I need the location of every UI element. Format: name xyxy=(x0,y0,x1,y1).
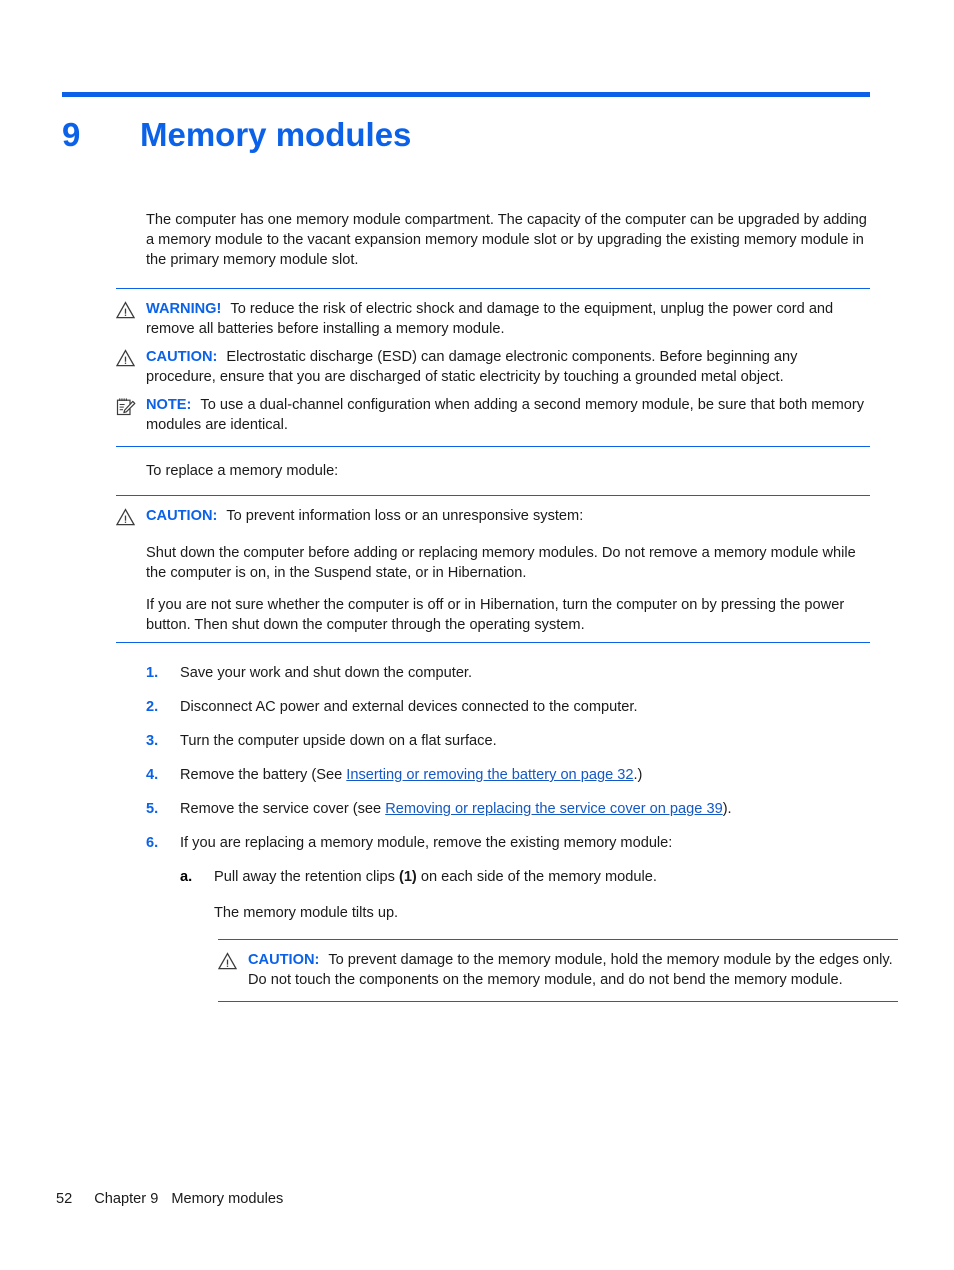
caution-handling-label: CAUTION: xyxy=(248,952,320,968)
step-text: Turn the computer upside down on a flat … xyxy=(180,733,497,749)
caution-esd-label: CAUTION: xyxy=(146,349,218,365)
note-body: NOTE: To use a dual-channel configuration… xyxy=(146,395,870,435)
link-inserting-removing-battery[interactable]: Inserting or removing the battery on pag… xyxy=(346,767,633,783)
substep-letter: a. xyxy=(180,869,193,885)
step-text: If you are replacing a memory module, re… xyxy=(180,835,673,851)
caution-esd-block: CAUTION: Electrostatic discharge (ESD) ca… xyxy=(116,343,870,391)
list-item: 1. Save your work and shut down the comp… xyxy=(146,663,870,683)
substep-text-after: on each side of the memory module. xyxy=(416,869,657,885)
warning-triangle-icon xyxy=(116,347,146,367)
substeps-list: a. Pull away the retention clips (1) on … xyxy=(180,867,870,887)
caution-esd-body: CAUTION: Electrostatic discharge (ESD) ca… xyxy=(146,347,870,387)
step-text: Remove the battery (See Inserting or rem… xyxy=(180,765,870,785)
step-text-before: Remove the service cover (see xyxy=(180,801,386,817)
caution-handling-block: CAUTION: To prevent damage to the memory … xyxy=(218,946,898,994)
link-removing-replacing-service-cover[interactable]: Removing or replacing the service cover … xyxy=(385,801,722,817)
caution-data-loss-text: To prevent information loss or an unresp… xyxy=(226,508,584,524)
warning-body: WARNING! To reduce the risk of electric s… xyxy=(146,299,870,339)
footer-chapter-title: Memory modules xyxy=(171,1191,284,1207)
admonition-group-data-loss: CAUTION: To prevent information loss or a… xyxy=(116,495,870,643)
note-pencil-icon xyxy=(116,395,146,417)
warning-triangle-icon xyxy=(218,950,248,970)
step-number: 1. xyxy=(146,665,159,681)
list-item: 5. Remove the service cover (see Removin… xyxy=(146,799,870,819)
warning-block: WARNING! To reduce the risk of electric s… xyxy=(116,295,870,343)
caution-handling-text: To prevent damage to the memory module, … xyxy=(248,952,893,988)
list-item: 4. Remove the battery (See Inserting or … xyxy=(146,765,870,785)
step-text-after: .) xyxy=(633,767,643,783)
step-text-before: Remove the battery (See xyxy=(180,767,347,783)
caution-data-loss-paragraph-1: Shut down the computer before adding or … xyxy=(146,545,856,581)
caution-esd-text: Electrostatic discharge (ESD) can damage… xyxy=(146,349,798,385)
page-title: Memory modules xyxy=(140,116,412,153)
step-text: Disconnect AC power and external devices… xyxy=(180,699,638,715)
warning-triangle-icon xyxy=(116,506,146,526)
footer-chapter-label: Chapter 9 xyxy=(94,1191,159,1207)
chapter-heading: 9 Memory modules xyxy=(62,92,870,154)
step-number: 5. xyxy=(146,801,159,817)
caution-data-loss-block: CAUTION: To prevent information loss or a… xyxy=(116,502,870,530)
step-number: 2. xyxy=(146,699,159,715)
caution-handling-body: CAUTION: To prevent damage to the memory … xyxy=(248,950,898,990)
body-column: The computer has one memory module compa… xyxy=(116,210,898,1002)
substep-text: Pull away the retention clips (1) on eac… xyxy=(214,867,870,887)
note-label: NOTE: xyxy=(146,397,192,413)
caution-data-loss-body: CAUTION: To prevent information loss or a… xyxy=(146,506,870,526)
callout-reference-1: (1) xyxy=(398,869,417,885)
step-number: 6. xyxy=(146,835,159,851)
note-text: To use a dual-channel configuration when… xyxy=(146,397,865,433)
footer-page-number: 52 xyxy=(56,1191,73,1207)
warning-label: WARNING! xyxy=(146,301,222,317)
substep-follow-up-text: The memory module tilts up. xyxy=(214,905,399,921)
list-item: 3. Turn the computer upside down on a fl… xyxy=(146,731,870,751)
caution-data-loss-paragraph-2: If you are not sure whether the computer… xyxy=(146,597,845,633)
warning-text: To reduce the risk of electric shock and… xyxy=(146,301,834,337)
list-item: 2. Disconnect AC power and external devi… xyxy=(146,697,870,717)
substep-follow-up-container: The memory module tilts up. CAUTION: To p… xyxy=(214,887,898,1002)
chapter-title-row: 9 Memory modules xyxy=(62,116,870,154)
warning-triangle-icon xyxy=(116,299,146,319)
chapter-rule xyxy=(62,92,870,97)
steps-list: 1. Save your work and shut down the comp… xyxy=(146,663,870,853)
step-text: Save your work and shut down the compute… xyxy=(180,665,473,681)
page-footer: 52 Chapter 9 Memory modules xyxy=(56,1191,283,1207)
note-block: NOTE: To use a dual-channel configuration… xyxy=(116,391,870,439)
admonition-group-top: WARNING! To reduce the risk of electric s… xyxy=(116,288,870,447)
caution-data-loss-label: CAUTION: xyxy=(146,508,218,524)
admonition-group-handling: CAUTION: To prevent damage to the memory … xyxy=(218,939,898,1002)
step-number: 3. xyxy=(146,733,159,749)
chapter-number: 9 xyxy=(62,116,81,153)
lead-in-text: To replace a memory module: xyxy=(146,463,339,479)
list-item: a. Pull away the retention clips (1) on … xyxy=(180,867,870,887)
substeps-container: a. Pull away the retention clips (1) on … xyxy=(180,867,898,1002)
step-number: 4. xyxy=(146,767,159,783)
substep-text-before: Pull away the retention clips xyxy=(214,869,399,885)
step-text: Remove the service cover (see Removing o… xyxy=(180,799,870,819)
document-page: 9 Memory modules The computer has one me… xyxy=(0,0,954,1270)
list-item: 6. If you are replacing a memory module,… xyxy=(146,833,870,853)
step-text-after: ). xyxy=(722,801,732,817)
intro-paragraph: The computer has one memory module compa… xyxy=(146,212,867,268)
